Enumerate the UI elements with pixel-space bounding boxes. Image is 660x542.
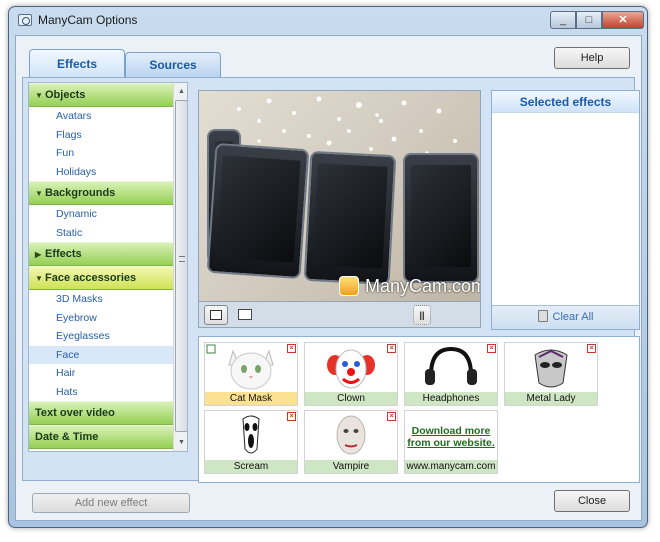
category-label: Date & Time — [35, 431, 99, 443]
pip-icon — [238, 309, 252, 320]
list-item-static[interactable]: Static — [29, 224, 187, 243]
list-item-avatars[interactable]: Avatars — [29, 107, 187, 126]
list-scrollbar[interactable]: ▲ ▼ — [173, 83, 187, 451]
list-item-dynamic[interactable]: Dynamic — [29, 205, 187, 224]
effect-caption: Clown — [305, 392, 397, 405]
effect-caption: Metal Lady — [505, 392, 597, 405]
remove-effect-icon[interactable]: × — [487, 344, 496, 353]
manycam-app-icon — [18, 14, 32, 26]
list-item-flags[interactable]: Flags — [29, 126, 187, 145]
picture-in-picture-button[interactable] — [233, 305, 257, 325]
effect-tile-clown[interactable]: × Clown — [304, 342, 398, 406]
close-window-button[interactable]: ✕ — [602, 11, 644, 29]
phone-screen — [312, 163, 388, 269]
category-label: Effects — [45, 248, 82, 260]
grip-icon — [179, 256, 185, 262]
effect-caption: Scream — [205, 460, 297, 473]
list-item-hair[interactable]: Hair — [29, 364, 187, 383]
metal-lady-mask-icon — [534, 349, 568, 388]
effect-caption: Cat Mask — [205, 392, 297, 405]
title-bar[interactable]: ManyCam Options _ □ ✕ — [9, 7, 647, 33]
download-more-link[interactable]: Download more from our website. — [407, 425, 495, 449]
category-face-accessories[interactable]: ▼ Face accessories — [29, 266, 187, 290]
close-button[interactable]: Close — [554, 490, 630, 512]
expand-arrow-icon: ▼ — [35, 91, 43, 100]
selected-effects-panel: Selected effects Clear All — [491, 90, 640, 330]
webcam-preview: ManyCam.com — [198, 90, 481, 302]
category-objects[interactable]: ▼ Objects — [29, 83, 187, 107]
trash-icon — [537, 310, 548, 322]
phone-right — [403, 153, 479, 283]
clear-all-button[interactable]: Clear All — [492, 305, 639, 329]
help-button[interactable]: Help — [554, 47, 630, 69]
maximize-button[interactable]: □ — [576, 11, 602, 29]
pause-icon: || — [419, 310, 425, 320]
collapse-arrow-icon: ▶ — [35, 250, 42, 259]
client-area: Effects Sources Help ▼ Objects Avatars Fl… — [15, 35, 642, 521]
category-label: Face accessories — [45, 272, 137, 284]
list-item-3d-masks[interactable]: 3D Masks — [29, 290, 187, 309]
remove-effect-icon[interactable]: × — [287, 412, 296, 421]
phone-htc — [206, 142, 310, 280]
remove-effect-icon[interactable]: × — [387, 344, 396, 353]
bottom-bar: Close — [22, 490, 635, 518]
list-item-fun[interactable]: Fun — [29, 144, 187, 163]
effect-tile-cat-mask[interactable]: × Cat Mask — [204, 342, 298, 406]
category-label: Text over video — [35, 407, 115, 419]
headphones-icon — [425, 346, 477, 385]
manycam-options-window: ManyCam Options _ □ ✕ Effects Sources He… — [8, 6, 648, 528]
scroll-down-arrow-icon[interactable]: ▼ — [175, 435, 187, 450]
clear-all-label: Clear All — [552, 311, 594, 323]
screen-icon — [210, 310, 222, 320]
minimize-button[interactable]: _ — [550, 11, 576, 29]
watermark-text: ManyCam.com — [365, 276, 481, 296]
website-url[interactable]: www.manycam.com — [405, 460, 497, 473]
list-item-holidays[interactable]: Holidays — [29, 163, 187, 182]
category-backgrounds[interactable]: ▼ Backgrounds — [29, 181, 187, 205]
expand-arrow-icon: ▼ — [35, 189, 43, 198]
list-item-eyebrow[interactable]: Eyebrow — [29, 309, 187, 328]
phone-middle — [303, 150, 397, 286]
window-title: ManyCam Options — [38, 13, 138, 27]
category-text-over-video[interactable]: Text over video — [29, 401, 187, 425]
scroll-up-arrow-icon[interactable]: ▲ — [175, 84, 187, 99]
list-item-face[interactable]: Face — [29, 345, 187, 364]
effect-caption: Vampire — [305, 460, 397, 473]
effect-tile-metal-lady[interactable]: × Metal Lady — [504, 342, 598, 406]
list-item-hats[interactable]: Hats — [29, 383, 187, 402]
category-date-time[interactable]: Date & Time — [29, 425, 187, 449]
category-label: Objects — [45, 89, 86, 101]
category-effects[interactable]: ▶ Effects — [29, 242, 187, 266]
list-item-eyeglasses[interactable]: Eyeglasses — [29, 327, 187, 346]
remove-effect-icon[interactable]: × — [287, 344, 296, 353]
cat-mask-icon — [206, 344, 274, 390]
manycam-logo-icon — [339, 276, 359, 296]
effect-tile-vampire[interactable]: × Vampire — [304, 410, 398, 474]
effect-caption: Headphones — [405, 392, 497, 405]
scream-mask-icon — [242, 415, 260, 454]
effects-gallery: × Cat Mask × Clown × Headphones × Metal … — [198, 336, 640, 483]
phone-screen — [411, 165, 471, 267]
expand-arrow-icon: ▼ — [35, 274, 43, 283]
effect-tile-scream[interactable]: × Scream — [204, 410, 298, 474]
effect-tile-headphones[interactable]: × Headphones — [404, 342, 498, 406]
fullscreen-button[interactable] — [204, 305, 228, 325]
tab-effects[interactable]: Effects — [29, 49, 125, 78]
remove-effect-icon[interactable]: × — [387, 412, 396, 421]
pause-button[interactable]: || — [413, 305, 431, 325]
preview-controls: || — [198, 302, 481, 328]
phone-screen — [215, 155, 301, 263]
selected-effects-title: Selected effects — [492, 91, 639, 113]
category-label: Backgrounds — [45, 187, 116, 199]
vampire-face-icon — [336, 415, 366, 455]
tab-sources[interactable]: Sources — [125, 52, 221, 78]
effects-panel: ▼ Objects Avatars Flags Fun Holidays ▼ Bac… — [22, 77, 640, 513]
download-more-tile[interactable]: Download more from our website. www.many… — [404, 410, 498, 474]
clown-icon — [327, 349, 375, 389]
effects-category-list: ▼ Objects Avatars Flags Fun Holidays ▼ Bac… — [28, 82, 188, 452]
remove-effect-icon[interactable]: × — [587, 344, 596, 353]
scrollbar-thumb[interactable] — [175, 100, 187, 432]
